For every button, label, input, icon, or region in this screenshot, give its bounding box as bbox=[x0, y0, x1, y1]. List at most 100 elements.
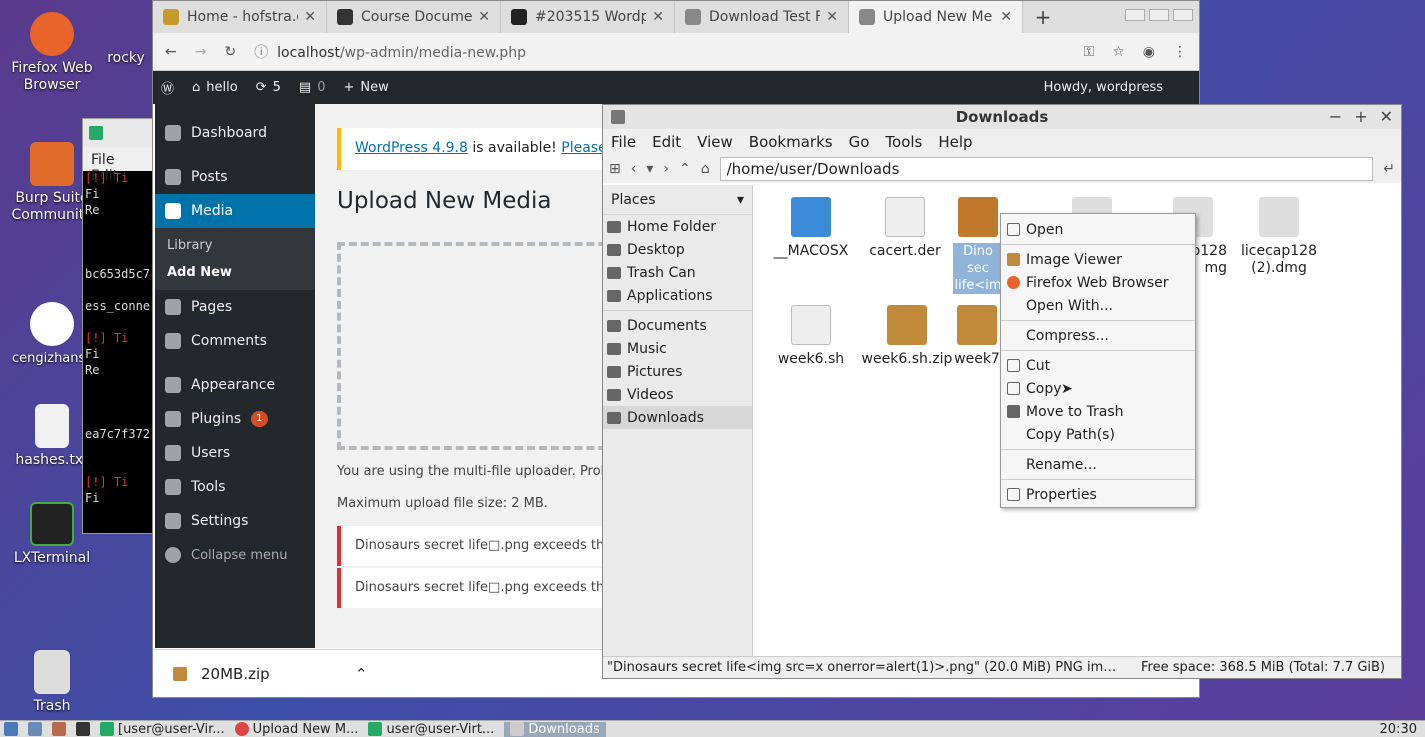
file-item-selected[interactable]: Dino sec life<im bbox=[953, 197, 1003, 294]
fm-titlebar[interactable]: Downloads − + ✕ bbox=[603, 105, 1401, 129]
account-icon[interactable]: ◉ bbox=[1143, 44, 1155, 60]
places-header[interactable]: Places ▾ bbox=[603, 185, 752, 215]
menu-help[interactable]: Help bbox=[938, 133, 972, 151]
menu-collapse[interactable]: Collapse menu bbox=[155, 538, 315, 572]
menu-tools[interactable]: Tools bbox=[155, 470, 315, 504]
ctx-rename[interactable]: Rename... bbox=[1001, 453, 1195, 476]
desktop-icon-rocky[interactable]: rocky bbox=[96, 50, 156, 67]
new-tab-icon[interactable]: ⊞ bbox=[609, 161, 621, 177]
menu-edit[interactable]: Edit bbox=[652, 133, 681, 151]
ctx-move-to-trash[interactable]: Move to Trash bbox=[1001, 400, 1195, 423]
back-icon[interactable]: ← bbox=[165, 44, 177, 60]
ctx-image-viewer[interactable]: Image Viewer bbox=[1001, 248, 1195, 271]
history-dropdown-icon[interactable]: ▾ bbox=[646, 161, 653, 177]
menu-view[interactable]: View bbox=[697, 133, 733, 151]
task-chrome[interactable]: Upload New M... bbox=[234, 722, 358, 737]
menu-file[interactable]: File bbox=[611, 133, 636, 151]
wp-new-link[interactable]: + New bbox=[343, 80, 388, 95]
address-bar[interactable]: ⓘ localhost/wp-admin/media-new.php bbox=[254, 42, 1065, 62]
place-applications[interactable]: Applications bbox=[603, 284, 752, 307]
tab-upload-new-media[interactable]: Upload New Me ✕ bbox=[849, 1, 1023, 33]
go-icon[interactable]: ↵ bbox=[1383, 161, 1395, 177]
close-icon[interactable]: ✕ bbox=[652, 9, 664, 25]
menu-media[interactable]: Media bbox=[155, 194, 315, 228]
minimize-button[interactable]: − bbox=[1329, 107, 1342, 126]
ctx-compress[interactable]: Compress... bbox=[1001, 324, 1195, 347]
close-button[interactable]: ✕ bbox=[1380, 107, 1393, 126]
file-item[interactable]: licecap128 (2).dmg bbox=[1233, 197, 1325, 277]
browser-launcher-icon[interactable] bbox=[52, 722, 66, 736]
desktop-icon-trash[interactable]: Trash bbox=[2, 650, 102, 715]
ctx-cut[interactable]: Cut bbox=[1001, 354, 1195, 377]
place-desktop[interactable]: Desktop bbox=[603, 238, 752, 261]
file-item[interactable]: week7 bbox=[953, 305, 1001, 368]
ctx-open-with[interactable]: Open With... bbox=[1001, 294, 1195, 317]
minimize-button[interactable] bbox=[1125, 9, 1145, 21]
close-icon[interactable]: ✕ bbox=[1000, 9, 1012, 25]
place-trash-can[interactable]: Trash Can bbox=[603, 261, 752, 284]
key-icon[interactable]: ⚿ bbox=[1084, 44, 1095, 60]
wordpress-logo-icon[interactable]: Ⓦ bbox=[161, 78, 174, 97]
menu-comments[interactable]: Comments bbox=[155, 324, 315, 358]
tab-home-hofstra[interactable]: Home - hofstra.e ✕ bbox=[153, 1, 327, 33]
menu-appearance[interactable]: Appearance bbox=[155, 368, 315, 402]
wp-updates-link[interactable]: ⟳ 5 bbox=[256, 80, 281, 95]
terminal-menu-file[interactable]: File bbox=[91, 152, 114, 168]
forward-icon[interactable]: › bbox=[663, 161, 669, 177]
file-manager-launcher-icon[interactable] bbox=[28, 722, 42, 736]
reload-icon[interactable]: ↻ bbox=[224, 44, 236, 60]
task-terminal-2[interactable]: user@user-Virt... bbox=[368, 722, 494, 737]
tab-course-documents[interactable]: Course Docume ✕ bbox=[327, 1, 501, 33]
menu-posts[interactable]: Posts bbox=[155, 160, 315, 194]
howdy-account[interactable]: Howdy, wordpress bbox=[1044, 80, 1163, 95]
menu-users[interactable]: Users bbox=[155, 436, 315, 470]
terminal-launcher-icon[interactable] bbox=[76, 722, 90, 736]
place-downloads[interactable]: Downloads bbox=[603, 406, 752, 429]
new-tab-button[interactable]: + bbox=[1023, 1, 1063, 33]
app-menu-icon[interactable] bbox=[4, 722, 18, 736]
ctx-firefox[interactable]: Firefox Web Browser bbox=[1001, 271, 1195, 294]
tab-download-test[interactable]: Download Test F ✕ bbox=[675, 1, 849, 33]
ctx-open[interactable]: Open bbox=[1001, 218, 1195, 241]
wp-version-link[interactable]: WordPress 4.9.8 bbox=[355, 140, 468, 156]
wp-site-link[interactable]: ⌂ hello bbox=[192, 80, 238, 95]
menu-dashboard[interactable]: Dashboard bbox=[155, 116, 315, 150]
terminal-window[interactable]: File Edit [!] Ti Fi Re bc653d5c7 ess_conne [!… bbox=[82, 118, 162, 534]
file-item[interactable]: week6.sh bbox=[765, 305, 857, 368]
maximize-button[interactable]: + bbox=[1354, 107, 1367, 126]
tab-wordpress-ticket[interactable]: #203515 Wordp ✕ bbox=[501, 1, 675, 33]
file-item[interactable]: week6.sh.zip bbox=[859, 305, 955, 368]
ctx-properties[interactable]: Properties bbox=[1001, 483, 1195, 506]
menu-settings[interactable]: Settings bbox=[155, 504, 315, 538]
path-bar[interactable]: /home/user/Downloads bbox=[719, 157, 1374, 181]
file-item[interactable]: __MACOSX bbox=[765, 197, 857, 260]
place-home-folder[interactable]: Home Folder bbox=[603, 215, 752, 238]
menu-tools[interactable]: Tools bbox=[885, 133, 922, 151]
ctx-copy[interactable]: Copy ➤ bbox=[1001, 377, 1195, 400]
menu-go[interactable]: Go bbox=[849, 133, 870, 151]
menu-pages[interactable]: Pages bbox=[155, 290, 315, 324]
home-icon[interactable]: ⌂ bbox=[701, 161, 710, 177]
submenu-add-new[interactable]: Add New bbox=[155, 259, 315, 286]
forward-icon[interactable]: → bbox=[195, 44, 207, 60]
maximize-button[interactable] bbox=[1149, 9, 1169, 21]
up-icon[interactable]: ⌃ bbox=[679, 161, 691, 177]
close-icon[interactable]: ✕ bbox=[304, 9, 316, 25]
menu-bookmarks[interactable]: Bookmarks bbox=[749, 133, 833, 151]
wp-comments-link[interactable]: ▤ 0 bbox=[299, 80, 326, 95]
place-documents[interactable]: Documents bbox=[603, 314, 752, 337]
task-terminal-1[interactable]: [user@user-Vir... bbox=[100, 722, 225, 737]
menu-dots-icon[interactable]: ⋮ bbox=[1173, 44, 1187, 60]
task-downloads[interactable]: Downloads bbox=[504, 721, 606, 737]
bookmark-star-icon[interactable]: ☆ bbox=[1112, 44, 1125, 60]
terminal-titlebar[interactable] bbox=[83, 119, 161, 147]
menu-plugins[interactable]: Plugins 1 bbox=[155, 402, 315, 436]
place-music[interactable]: Music bbox=[603, 337, 752, 360]
chevron-up-icon[interactable]: ⌃ bbox=[355, 665, 368, 683]
download-item[interactable]: 20MB.zip bbox=[201, 665, 341, 683]
back-icon[interactable]: ‹ bbox=[631, 161, 637, 177]
close-icon[interactable]: ✕ bbox=[478, 9, 490, 25]
ctx-copy-paths[interactable]: Copy Path(s) bbox=[1001, 423, 1195, 446]
desktop-icon-firefox[interactable]: Firefox Web Browser bbox=[2, 12, 102, 94]
close-icon[interactable]: ✕ bbox=[826, 9, 838, 25]
